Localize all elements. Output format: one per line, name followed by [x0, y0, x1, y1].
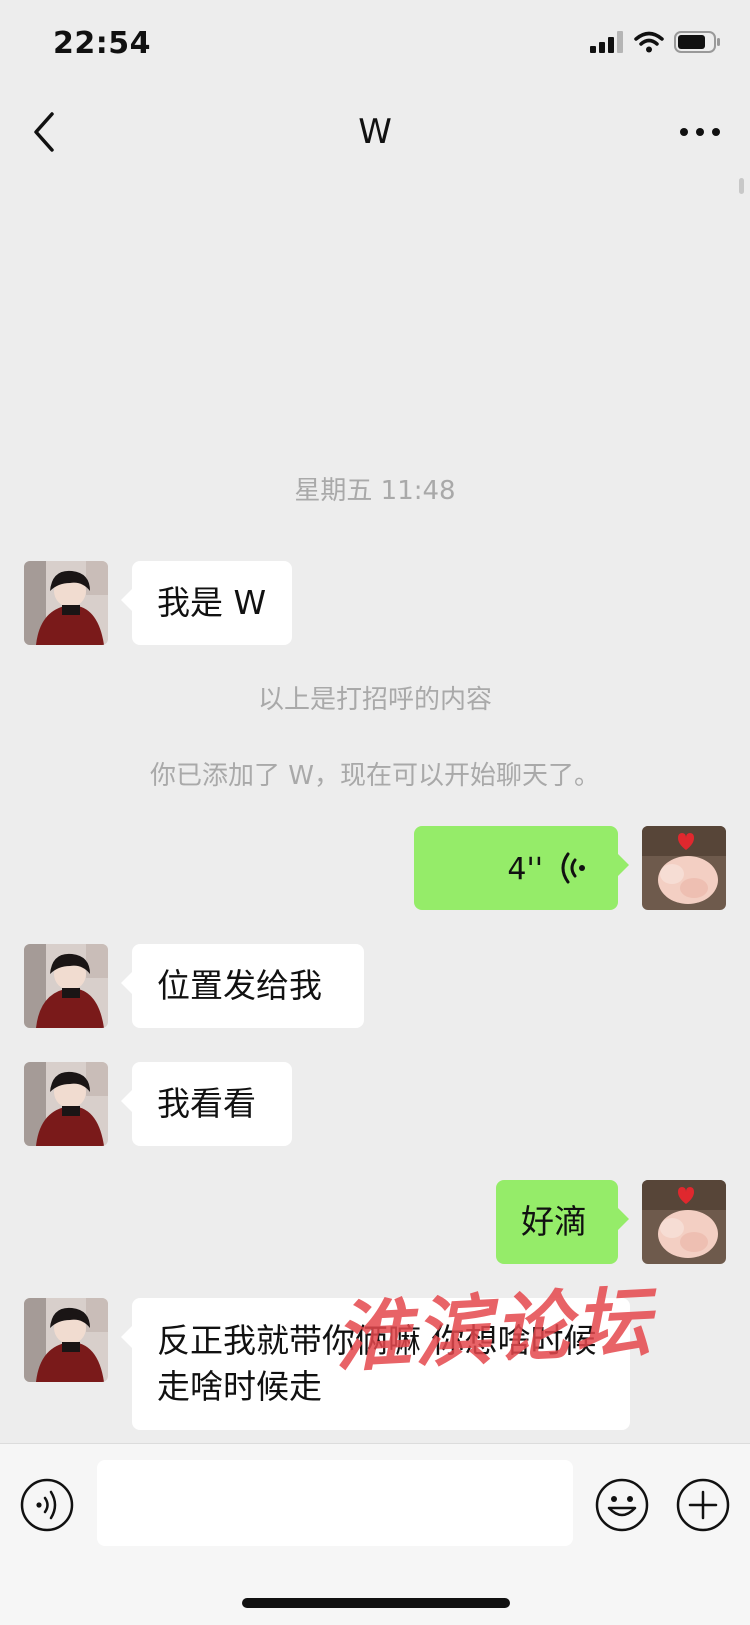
signal-icon: [590, 31, 623, 53]
nav-bar: W: [0, 90, 750, 176]
my-avatar[interactable]: [642, 826, 726, 910]
contact-avatar[interactable]: [24, 561, 108, 645]
voice-duration: 4'': [507, 852, 543, 887]
message-bubble-incoming[interactable]: 我是 W: [121, 561, 292, 645]
message-timestamp: 星期五 11:48: [294, 476, 456, 506]
voice-message-bubble[interactable]: 4'': [414, 826, 629, 910]
scrollbar[interactable]: [739, 178, 744, 194]
contact-avatar-image: [24, 1062, 108, 1146]
system-message-greeting: 以上是打招呼的内容: [257, 685, 492, 715]
contact-avatar[interactable]: [24, 944, 108, 1028]
message-bubble-incoming[interactable]: 我看看: [121, 1062, 292, 1146]
contact-avatar[interactable]: [24, 1298, 108, 1382]
emoji-icon: [595, 1478, 649, 1532]
contact-avatar[interactable]: [24, 1062, 108, 1146]
more-button[interactable]: [676, 120, 724, 144]
my-avatar[interactable]: [642, 1180, 726, 1264]
emoji-button[interactable]: [595, 1478, 649, 1532]
contact-avatar-image: [24, 1298, 108, 1382]
plus-icon: [676, 1478, 730, 1532]
wifi-icon: [634, 31, 664, 53]
battery-icon: [674, 31, 720, 53]
home-indicator[interactable]: [242, 1598, 510, 1608]
my-avatar-image: [642, 826, 726, 910]
status-bar: 22:54: [0, 0, 750, 90]
more-icon: [680, 128, 720, 136]
chat-title: W: [358, 112, 392, 152]
voice-wave-icon: [561, 852, 585, 884]
voice-mode-button[interactable]: [20, 1478, 74, 1532]
message-bubble-incoming[interactable]: 反正我就带你俩嘛 你想啥时候走啥时候走: [121, 1298, 630, 1430]
contact-avatar-image: [24, 944, 108, 1028]
status-time: 22:54: [53, 26, 151, 61]
message-bubble-outgoing[interactable]: 好滴: [496, 1180, 629, 1264]
voice-mode-icon: [20, 1478, 74, 1532]
system-message-added: 你已添加了 W，现在可以开始聊天了。: [150, 761, 600, 791]
my-avatar-image: [642, 1180, 726, 1264]
message-input[interactable]: [97, 1460, 573, 1546]
more-functions-button[interactable]: [676, 1478, 730, 1532]
status-icons: [590, 30, 722, 54]
contact-avatar-image: [24, 561, 108, 645]
message-bubble-incoming[interactable]: 位置发给我: [121, 944, 364, 1028]
